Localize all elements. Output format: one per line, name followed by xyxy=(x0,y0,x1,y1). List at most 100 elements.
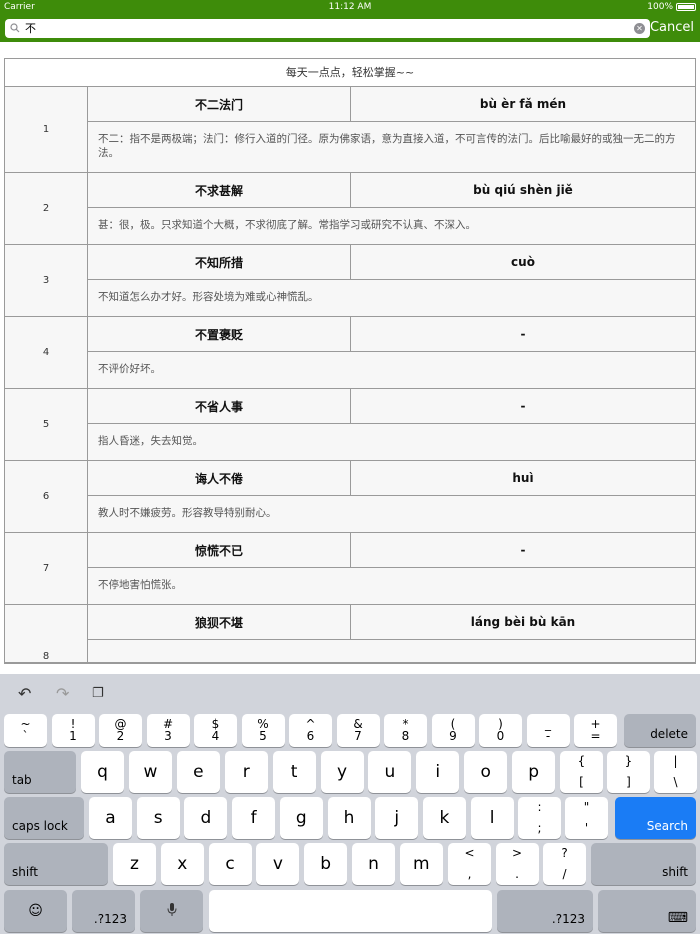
key-label: e xyxy=(193,762,204,782)
hide-keyboard-key[interactable]: ⌨ xyxy=(598,890,696,932)
right-shift-key[interactable]: shift xyxy=(591,843,696,885)
key-label-bottom: 0 xyxy=(496,729,505,743)
letter-key-d[interactable]: d xyxy=(184,797,228,839)
number-key[interactable]: (9 xyxy=(431,714,475,747)
number-key[interactable]: #3 xyxy=(146,714,190,747)
letter-key-s[interactable]: s xyxy=(136,797,180,839)
idiom-pinyin: - xyxy=(520,399,526,413)
search-icon xyxy=(10,23,20,33)
letter-key-o[interactable]: o xyxy=(464,751,508,793)
table-row[interactable]: 7 惊慌不已 - 不停地害怕慌张。 xyxy=(5,533,695,605)
numbers-key-right[interactable]: .?123 xyxy=(497,890,593,932)
idiom-word: 不省人事 xyxy=(88,389,351,423)
letter-key-j[interactable]: j xyxy=(375,797,419,839)
letter-key-n[interactable]: n xyxy=(352,843,395,885)
table-row[interactable]: 5 不省人事 - 指人昏迷，失去知觉。 xyxy=(5,389,695,461)
results-view[interactable]: 每天一点点，轻松掌握~~ 1 不二法门 bù èr fǎ mén 不二：指不是两… xyxy=(0,42,700,674)
punct-key[interactable]: | \ xyxy=(654,751,697,793)
undo-icon[interactable]: ↶ xyxy=(18,684,31,703)
punct-key[interactable]: >. xyxy=(495,843,539,885)
numbers-key-left[interactable]: .?123 xyxy=(72,890,135,932)
row-number: 4 xyxy=(5,317,88,388)
punct-key[interactable]: {[ xyxy=(560,751,603,793)
number-key[interactable]: & 7 xyxy=(336,714,380,747)
letter-key-l[interactable]: l xyxy=(470,797,514,839)
on-screen-keyboard: ↶ ↷ ❐ delete tab caps lock Search shift … xyxy=(0,674,700,934)
idiom-word: 不知所措 xyxy=(88,245,351,279)
letter-key-v[interactable]: v xyxy=(256,843,300,885)
punct-key[interactable]: :; xyxy=(518,797,561,839)
idiom-word: 诲人不倦 xyxy=(88,461,351,495)
key-label-bottom: ' xyxy=(584,821,589,835)
idiom-pinyin: bù qiú shèn jiě xyxy=(473,183,573,197)
table-row[interactable]: 4 不置褒贬 - 不评价好坏。 xyxy=(5,317,695,389)
number-key[interactable]: * 8 xyxy=(384,714,427,747)
idiom-meaning xyxy=(88,640,695,662)
tab-key[interactable]: tab xyxy=(4,751,76,793)
emoji-key[interactable]: ☺ xyxy=(4,890,67,932)
punct-key[interactable]: <, xyxy=(448,843,491,885)
space-key[interactable] xyxy=(209,890,492,932)
idiom-meaning: 教人时不嫌疲劳。形容教导特别耐心。 xyxy=(98,507,277,519)
table-row[interactable]: 8 狼狈不堪 láng bèi bù kān xyxy=(5,605,695,663)
number-key[interactable]: ! 1 xyxy=(51,714,95,747)
letter-key-a[interactable]: a xyxy=(89,797,132,839)
number-key[interactable]: $4 xyxy=(194,714,237,747)
number-key[interactable]: @2 xyxy=(99,714,142,747)
caps-lock-key[interactable]: caps lock xyxy=(4,797,84,839)
letter-key-t[interactable]: t xyxy=(272,751,316,793)
letter-key-u[interactable]: u xyxy=(368,751,412,793)
punct-key[interactable]: }] xyxy=(607,751,650,793)
table-row[interactable]: 6 诲人不倦 huì 教人时不嫌疲劳。形容教导特别耐心。 xyxy=(5,461,695,533)
letter-key-f[interactable]: f xyxy=(232,797,276,839)
redo-icon[interactable]: ↷ xyxy=(56,684,69,703)
search-input[interactable] xyxy=(25,19,625,38)
number-key[interactable]: % 5 xyxy=(241,714,285,747)
key-label-top: | xyxy=(673,754,678,768)
key-label: b xyxy=(320,854,332,874)
dictation-key[interactable] xyxy=(140,890,203,932)
letter-key-g[interactable]: g xyxy=(279,797,323,839)
key-label: m xyxy=(413,854,430,874)
clear-search-icon[interactable]: ✕ xyxy=(634,23,645,34)
table-row[interactable]: 1 不二法门 bù èr fǎ mén 不二：指不是两极端；法门：修行入道的门径… xyxy=(5,87,695,173)
table-row[interactable]: 3 不知所措 cuò 不知道怎么办才好。形容处境为难或心神慌乱。 xyxy=(5,245,695,317)
key-label: d xyxy=(200,808,212,828)
key-label: c xyxy=(225,854,235,874)
status-bar: Carrier 11:12 AM 100% xyxy=(0,0,700,15)
letter-key-c[interactable]: c xyxy=(208,843,252,885)
paste-icon[interactable]: ❐ xyxy=(92,686,104,701)
letter-key-h[interactable]: h xyxy=(327,797,371,839)
letter-key-y[interactable]: y xyxy=(320,751,364,793)
letter-key-r[interactable]: r xyxy=(224,751,268,793)
row-number: 8 xyxy=(5,605,88,662)
number-key[interactable]: ) 0 xyxy=(479,714,522,747)
letter-key-q[interactable]: q xyxy=(81,751,124,793)
punct-key[interactable]: " ' xyxy=(565,797,608,839)
letter-key-p[interactable]: p xyxy=(512,751,556,793)
letter-key-b[interactable]: b xyxy=(304,843,348,885)
left-shift-key[interactable]: shift xyxy=(4,843,108,885)
number-key[interactable]: ~ ` xyxy=(4,714,47,747)
row-number: 5 xyxy=(5,389,88,460)
punct-key[interactable]: ? / xyxy=(543,843,586,885)
delete-key[interactable]: delete xyxy=(624,714,696,747)
letter-key-z[interactable]: z xyxy=(113,843,156,885)
letter-key-k[interactable]: k xyxy=(422,797,466,839)
letter-key-i[interactable]: i xyxy=(416,751,460,793)
table-row[interactable]: 2 不求甚解 bù qiú shèn jiě 甚：很，极。只求知道个大概，不求彻… xyxy=(5,173,695,245)
number-key[interactable]: ^ 6 xyxy=(289,714,332,747)
cancel-button[interactable]: Cancel xyxy=(650,20,694,35)
letter-key-m[interactable]: m xyxy=(399,843,443,885)
letter-key-w[interactable]: w xyxy=(128,751,172,793)
key-label-bottom: 6 xyxy=(306,729,315,743)
search-key[interactable]: Search xyxy=(615,797,696,839)
key-label-bottom: 4 xyxy=(211,729,220,743)
letter-key-x[interactable]: x xyxy=(160,843,204,885)
number-key[interactable]: + = xyxy=(574,714,617,747)
letter-key-e[interactable]: e xyxy=(176,751,220,793)
search-field[interactable]: ✕ xyxy=(5,19,650,38)
number-key[interactable]: _ - xyxy=(526,714,570,747)
search-bar: ✕ Cancel xyxy=(0,15,700,42)
idiom-word: 惊慌不已 xyxy=(88,533,351,567)
